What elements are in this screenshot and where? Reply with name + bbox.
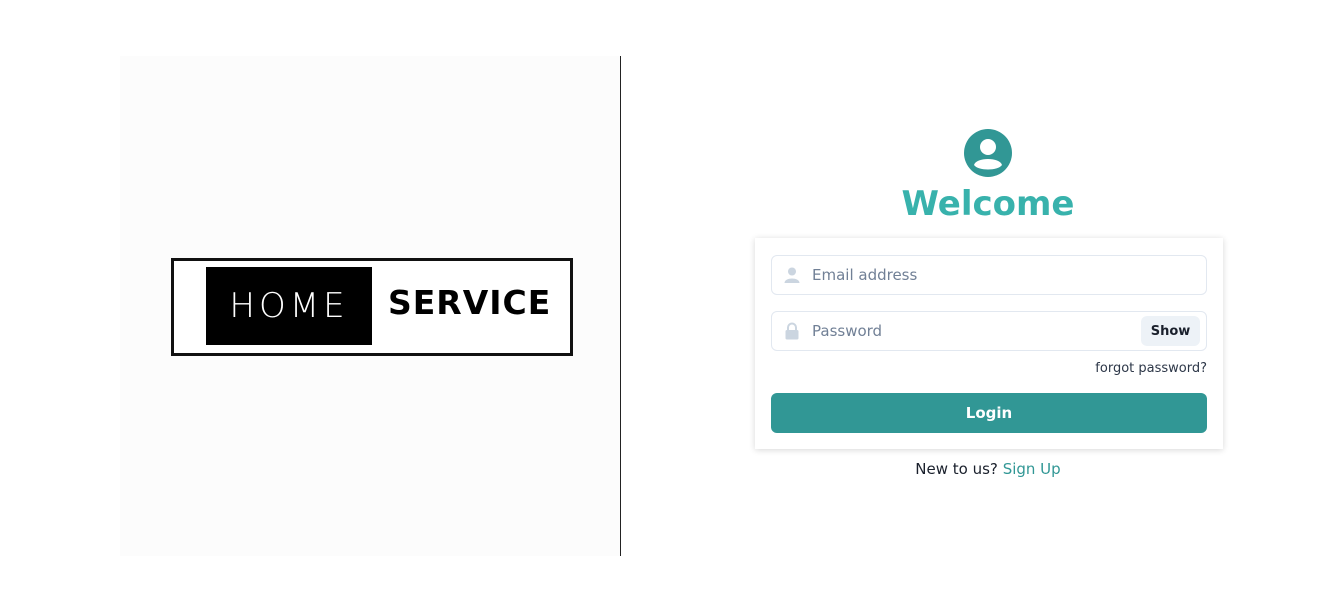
signup-prompt: New to us? Sign Up [622, 460, 1325, 478]
email-field[interactable] [771, 255, 1207, 295]
brand-panel: HOME SERVICE [120, 56, 620, 556]
lock-icon [785, 322, 799, 340]
password-field[interactable]: Show [771, 311, 1207, 351]
login-button[interactable]: Login [771, 393, 1207, 433]
forgot-password-link[interactable]: forgot password? [1095, 361, 1207, 376]
login-panel: Welcome Show forgot password? Login New … [622, 56, 1325, 556]
user-circle-icon [964, 129, 1012, 177]
email-input[interactable] [812, 256, 1192, 294]
logo-home-text: HOME [229, 286, 349, 326]
signup-prompt-text: New to us? [915, 460, 998, 478]
vertical-divider [620, 56, 621, 556]
page-title: Welcome [901, 184, 1075, 224]
logo-service-text: SERVICE [388, 283, 552, 322]
signup-link[interactable]: Sign Up [1003, 460, 1061, 478]
login-form: Show forgot password? Login [755, 238, 1223, 449]
password-input[interactable] [812, 312, 1132, 350]
logo-home-block: HOME [206, 267, 372, 345]
home-service-logo: HOME SERVICE [171, 258, 573, 356]
user-icon [784, 267, 800, 283]
show-password-button[interactable]: Show [1141, 316, 1200, 346]
